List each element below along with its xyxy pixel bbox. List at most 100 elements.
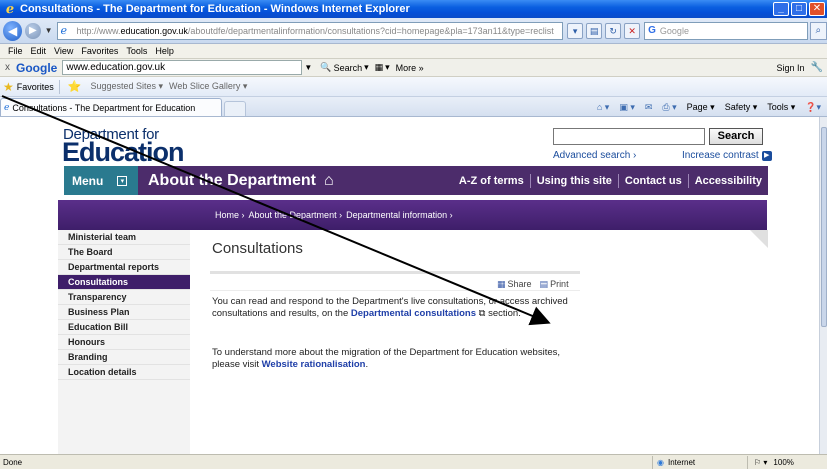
main-content: Consultations ▦ Share ▤ Print You can read… — [192, 230, 768, 454]
wrench-icon[interactable]: 🔧 — [811, 62, 823, 73]
sign-in-link[interactable]: Sign In — [777, 63, 805, 73]
share-label: Share — [507, 279, 532, 289]
menu-view[interactable]: View — [54, 46, 73, 56]
mail-icon[interactable]: ✉ — [645, 102, 653, 113]
recent-pages-dropdown-icon[interactable]: ▼ — [45, 26, 53, 35]
nav-item-business-plan[interactable]: Business Plan — [58, 305, 190, 320]
favorites-button[interactable]: Favorites — [17, 82, 54, 92]
address-bar[interactable]: ℯ http://www. education.gov.uk/aboutdfe/d… — [56, 21, 564, 40]
help-icon[interactable]: ❓▾ — [805, 102, 821, 113]
close-toolbar-icon[interactable]: x — [5, 62, 10, 73]
tab-label: Consultations - The Department for Educa… — [12, 102, 196, 113]
site-menu-button[interactable]: Menu ▾ — [64, 166, 138, 195]
security-zone[interactable]: ◉ Internet — [652, 455, 747, 469]
page-fold-decoration — [750, 230, 768, 248]
breadcrumb-departmental-info[interactable]: Departmental information › — [346, 210, 453, 220]
advanced-search-link[interactable]: Advanced search › — [553, 150, 636, 161]
menu-help[interactable]: Help — [155, 46, 174, 56]
web-slice-gallery-link[interactable]: Web Slice Gallery ▾ — [169, 81, 247, 92]
google-toolbar: x Google www.education.gov.uk ▼ 🔍 Search … — [0, 59, 827, 77]
safety-menu[interactable]: Safety ▾ — [725, 102, 758, 113]
back-button[interactable]: ◀ — [3, 20, 23, 41]
breadcrumb-home[interactable]: Home › — [215, 210, 245, 220]
para2-end: . — [365, 359, 369, 370]
section-title[interactable]: About the Department ⌂ — [148, 172, 334, 190]
share-print-bar: ▦ Share ▤ Print — [497, 279, 569, 290]
tools-menu[interactable]: Tools ▾ — [767, 102, 795, 113]
tab-consultations[interactable]: ℯ Consultations - The Department for Edu… — [0, 98, 222, 116]
nav-item-honours[interactable]: Honours — [58, 335, 190, 350]
accessibility-link[interactable]: Accessibility — [695, 175, 762, 187]
share-button[interactable]: ▦ Share — [497, 279, 532, 290]
site-search-input[interactable] — [553, 128, 705, 145]
forward-button[interactable]: ▶ — [25, 22, 41, 39]
nav-item-consultations[interactable]: Consultations — [58, 275, 190, 290]
address-dropdown-icon[interactable]: ▾ — [567, 22, 584, 39]
search-placeholder: Google — [659, 25, 689, 36]
google-search-input[interactable]: www.education.gov.uk — [62, 60, 303, 75]
menu-edit[interactable]: Edit — [31, 46, 47, 56]
minimize-button[interactable]: _ — [773, 2, 789, 16]
google-dropdown-icon[interactable]: ▼ — [302, 63, 314, 72]
add-favorite-icon[interactable]: ⭐ — [68, 80, 82, 93]
share-rule — [210, 290, 580, 291]
link-separator — [617, 173, 619, 188]
protected-mode-icon: ⚐ ▾ — [754, 457, 768, 467]
a-z-terms-link[interactable]: A-Z of terms — [459, 175, 524, 187]
print-button[interactable]: ▤ Print — [540, 279, 569, 290]
vertical-scrollbar[interactable] — [819, 117, 827, 454]
compatibility-view-icon[interactable]: ▤ — [586, 22, 603, 39]
menu-favorites[interactable]: Favorites — [81, 46, 118, 56]
status-text: Done — [3, 457, 23, 467]
nav-item-ministerial-team[interactable]: Ministerial team — [58, 230, 190, 245]
feeds-icon[interactable]: ▣ ▾ — [619, 102, 635, 113]
increase-contrast-link[interactable]: Increase contrast ▶ — [682, 150, 772, 161]
close-button[interactable]: ✕ — [809, 2, 825, 16]
nav-item-departmental-reports[interactable]: Departmental reports — [58, 260, 190, 275]
heading-rule — [210, 271, 580, 274]
new-tab-button[interactable] — [224, 101, 246, 116]
browser-search-input[interactable]: G Google — [644, 21, 808, 40]
nav-item-branding[interactable]: Branding — [58, 350, 190, 365]
maximize-button[interactable]: □ — [791, 2, 807, 16]
zoom-level: 100% — [773, 457, 794, 467]
favorites-star-icon: ★ — [3, 79, 14, 94]
refresh-icon[interactable]: ↻ — [605, 22, 622, 39]
site-search-button[interactable]: Search — [709, 128, 763, 145]
stop-icon[interactable]: ✕ — [624, 22, 641, 39]
print-icon: ▤ — [539, 279, 549, 289]
menu-file[interactable]: File — [8, 46, 23, 56]
print-icon[interactable]: ⎙ ▾ — [662, 102, 676, 113]
nav-item-location-details[interactable]: Location details — [58, 365, 190, 380]
print-label: Print — [550, 279, 569, 289]
web-page: Department for Education Search Advanced… — [0, 117, 819, 454]
menu-tools[interactable]: Tools — [126, 46, 147, 56]
nav-item-transparency[interactable]: Transparency — [58, 290, 190, 305]
google-search-button[interactable]: 🔍 Search ▾ — [320, 62, 368, 73]
search-go-icon[interactable]: ⌕ — [809, 21, 827, 40]
window-title-bar: ℯ Consultations - The Department for Edu… — [0, 0, 827, 18]
departmental-consultations-link[interactable]: Departmental consultations — [351, 308, 476, 319]
home-icon[interactable]: ⌂ ▾ — [597, 102, 609, 113]
share-icon: ▦ — [497, 279, 506, 289]
tab-page-icon: ℯ — [4, 102, 10, 112]
using-this-site-link[interactable]: Using this site — [537, 175, 612, 187]
scrollbar-thumb[interactable] — [821, 127, 827, 327]
google-more-button[interactable]: More » — [396, 63, 424, 73]
nav-item-the-board[interactable]: The Board — [58, 245, 190, 260]
zoom-control[interactable]: ⚐ ▾ 100% — [747, 455, 827, 469]
breadcrumb-about[interactable]: About the Department › — [249, 210, 343, 220]
nav-item-education-bill[interactable]: Education Bill — [58, 320, 190, 335]
page-title: Consultations — [212, 240, 303, 257]
site-logo-line2[interactable]: Education — [62, 137, 185, 168]
tab-row: ℯ Consultations - The Department for Edu… — [0, 97, 827, 117]
link-separator — [687, 173, 689, 188]
favorites-divider — [58, 79, 60, 94]
google-bookmark-button[interactable]: ▦ ▾ — [375, 62, 390, 73]
contact-us-link[interactable]: Contact us — [625, 175, 682, 187]
suggested-sites-link[interactable]: Suggested Sites ▾ — [90, 81, 163, 92]
status-bar: Done ◉ Internet ⚐ ▾ 100% — [0, 454, 827, 469]
increase-contrast-label: Increase contrast — [682, 150, 759, 161]
page-menu[interactable]: Page ▾ — [687, 102, 715, 113]
website-rationalisation-link[interactable]: Website rationalisation — [262, 359, 366, 370]
